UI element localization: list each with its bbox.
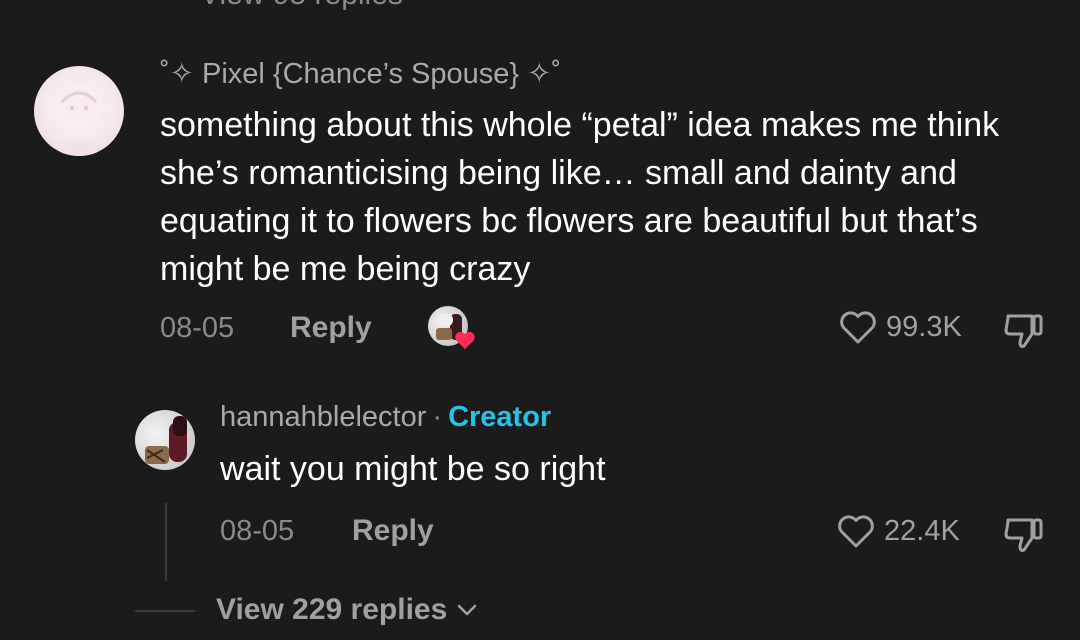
commenter-username[interactable]: ˚✧ Pixel {Chance’s Spouse} ✧˚ xyxy=(160,56,561,91)
reply-username[interactable]: hannahblelector xyxy=(220,401,426,433)
creator-liked-indicator xyxy=(428,306,475,350)
comment-like-count: 99.3K xyxy=(886,310,962,343)
reply-like-count: 22.4K xyxy=(884,514,960,547)
reply-username-row: hannahblelector · Creator xyxy=(220,401,551,434)
chevron-down-icon xyxy=(457,603,477,617)
view-replies-link-previous[interactable]: View 95 replies xyxy=(200,0,403,12)
comment-text: something about this whole “petal” idea … xyxy=(160,106,1000,288)
replies-divider xyxy=(135,610,195,612)
reply-reply-button[interactable]: Reply xyxy=(352,514,434,548)
comment-like-button[interactable]: 99.3K xyxy=(838,309,962,345)
view-replies-label: View 229 replies xyxy=(216,593,448,626)
avatar-image xyxy=(56,88,102,156)
comment-date: 08-05 xyxy=(160,312,235,344)
thumbs-down-icon[interactable] xyxy=(1002,514,1046,554)
heart-outline-icon[interactable] xyxy=(838,309,878,345)
avatar-image xyxy=(145,416,187,464)
reply-like-button[interactable]: 22.4K xyxy=(836,513,960,549)
reply-avatar[interactable] xyxy=(135,410,195,470)
separator-dot: · xyxy=(432,401,443,433)
thumbs-down-icon[interactable] xyxy=(1002,310,1046,350)
creator-liked-heart-icon xyxy=(454,330,476,350)
reply-date: 08-05 xyxy=(220,515,295,547)
heart-outline-icon[interactable] xyxy=(836,513,876,549)
comment-reply-button[interactable]: Reply xyxy=(290,311,372,345)
thread-line xyxy=(165,503,167,581)
creator-badge: Creator xyxy=(448,401,552,433)
view-replies-button[interactable]: View 229 replies xyxy=(216,593,477,627)
commenter-avatar[interactable] xyxy=(34,66,124,156)
reply-text: wait you might be so right xyxy=(220,450,606,488)
